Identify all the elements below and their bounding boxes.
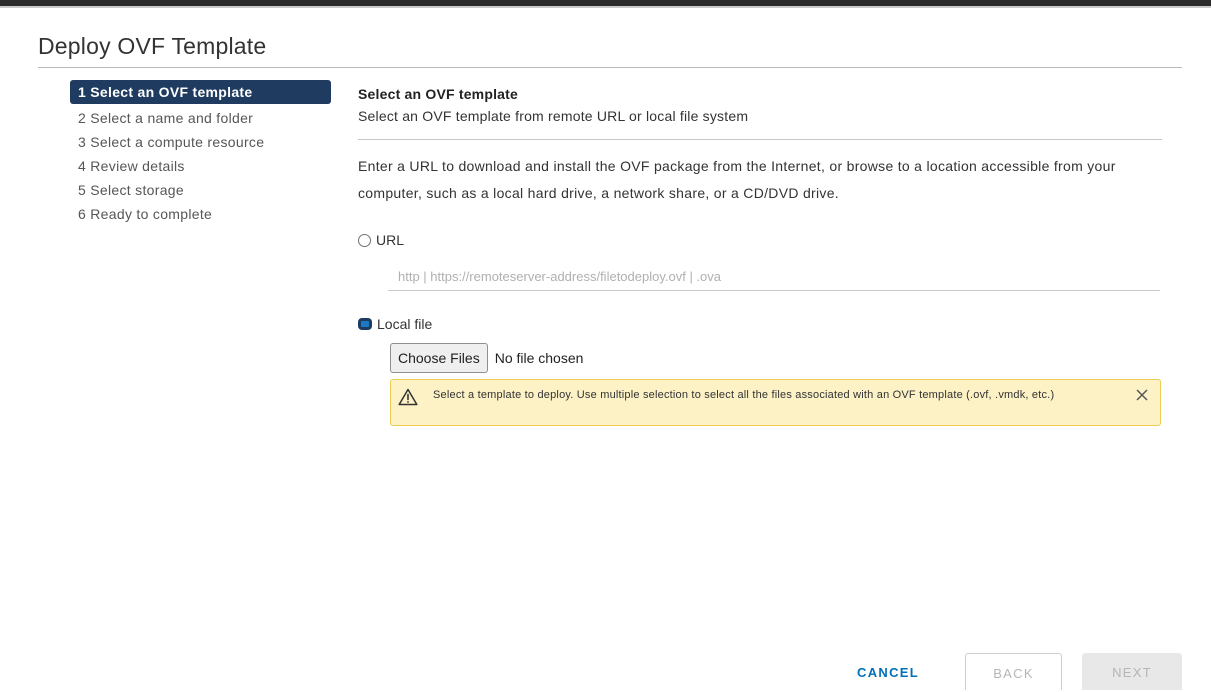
- step-content: Select an OVF template Select an OVF tem…: [358, 85, 1162, 207]
- step-select-ovf-template[interactable]: 1 Select an OVF template: [70, 80, 331, 104]
- file-status: No file chosen: [494, 350, 584, 366]
- next-button[interactable]: NEXT: [1082, 653, 1182, 690]
- local-file-option[interactable]: Local file: [358, 316, 432, 332]
- title-divider: [38, 67, 1182, 68]
- step-select-compute-resource[interactable]: 3 Select a compute resource: [70, 130, 335, 154]
- instructions-text: Enter a URL to download and install the …: [358, 158, 1116, 201]
- choose-files-button[interactable]: Choose Files: [390, 343, 488, 373]
- back-button[interactable]: BACK: [965, 653, 1062, 690]
- file-picker: Choose Files No file chosen: [390, 343, 583, 373]
- local-file-radio[interactable]: [358, 318, 372, 330]
- warning-alert: Select a template to deploy. Use multipl…: [390, 379, 1161, 426]
- local-file-radio-label: Local file: [377, 316, 433, 332]
- section-subheading: Select an OVF template from remote URL o…: [358, 108, 749, 124]
- wizard-steps: 1 Select an OVF template 2 Select a name…: [70, 80, 335, 226]
- window-top-edge: [0, 0, 1211, 8]
- cancel-button[interactable]: CANCEL: [838, 653, 938, 690]
- step-select-name-and-folder[interactable]: 2 Select a name and folder: [70, 106, 335, 130]
- warning-triangle-icon: [398, 388, 418, 406]
- url-option[interactable]: URL: [358, 232, 404, 248]
- content-divider: [358, 139, 1162, 140]
- close-icon[interactable]: [1135, 388, 1149, 402]
- url-radio-label: URL: [376, 232, 405, 248]
- step-review-details[interactable]: 4 Review details: [70, 154, 335, 178]
- section-heading: Select an OVF template: [358, 86, 519, 102]
- url-input[interactable]: [388, 263, 1160, 291]
- step-ready-to-complete[interactable]: 6 Ready to complete: [70, 202, 335, 226]
- dialog-title: Deploy OVF Template: [38, 33, 267, 59]
- alert-message: Select a template to deploy. Use multipl…: [433, 389, 1055, 401]
- url-radio[interactable]: [358, 233, 371, 247]
- step-select-storage[interactable]: 5 Select storage: [70, 178, 335, 202]
- dialog-footer: CANCEL BACK NEXT: [0, 653, 1211, 690]
